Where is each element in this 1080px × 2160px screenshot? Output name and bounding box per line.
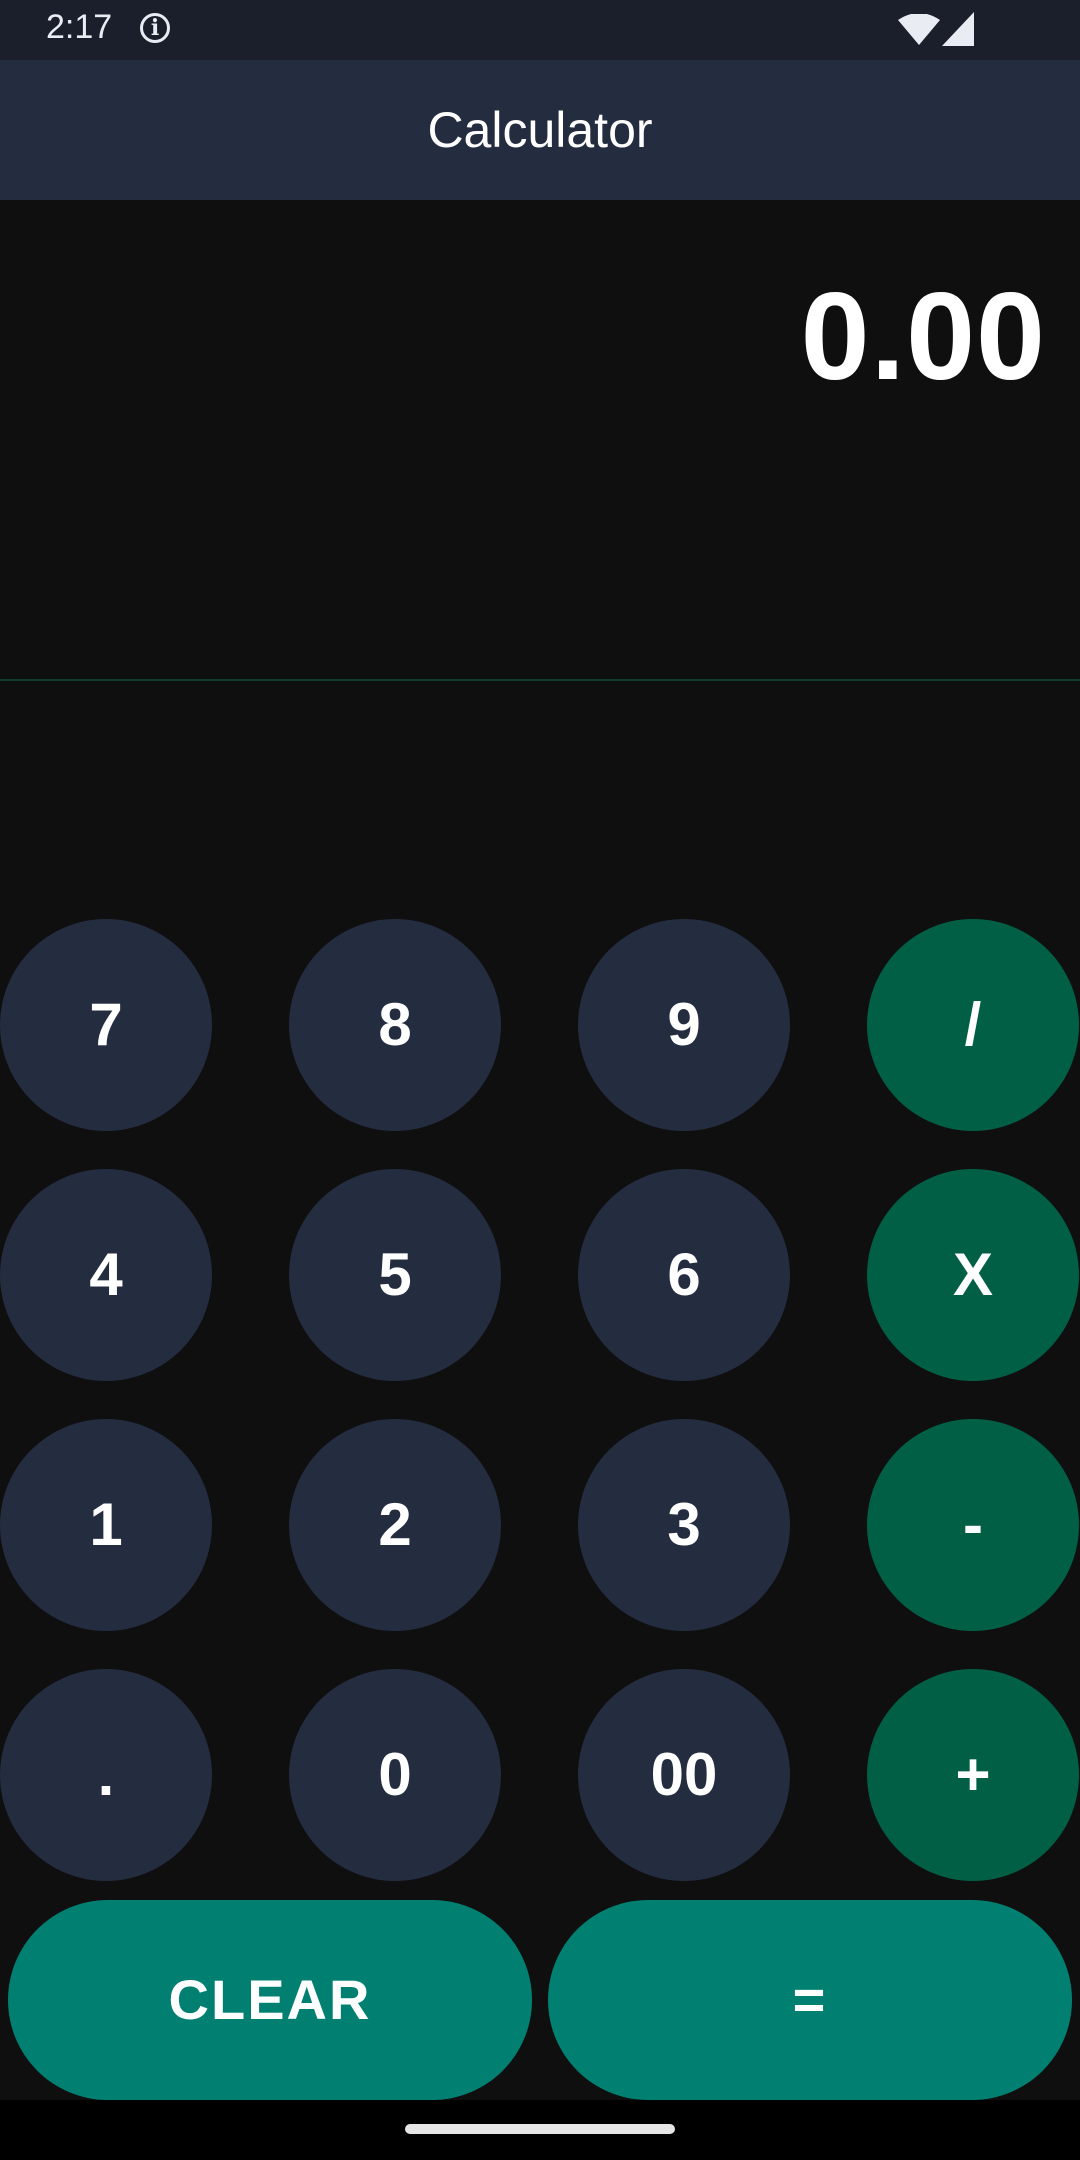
app-bar: Calculator [0, 60, 1080, 200]
calculator-screen: 2:17 i Calculator 0.00 7 8 9 / 4 5 6 X 1… [0, 0, 1080, 2160]
key-0[interactable]: 0 [289, 1669, 501, 1881]
key-add[interactable]: + [867, 1669, 1079, 1881]
status-bar: 2:17 i [0, 0, 1080, 60]
key-4[interactable]: 4 [0, 1169, 212, 1381]
info-icon: i [140, 13, 170, 43]
status-time: 2:17 [46, 8, 113, 46]
result-display: 0.00 [800, 268, 1046, 406]
equals-button[interactable]: = [548, 1900, 1072, 2100]
cell-signal-icon [942, 12, 974, 46]
display-divider [0, 679, 1080, 681]
key-divide[interactable]: / [867, 919, 1079, 1131]
key-3[interactable]: 3 [578, 1419, 790, 1631]
key-subtract[interactable]: - [867, 1419, 1079, 1631]
key-7[interactable]: 7 [0, 919, 212, 1131]
key-multiply[interactable]: X [867, 1169, 1079, 1381]
home-gesture-handle[interactable] [405, 2124, 675, 2134]
key-1[interactable]: 1 [0, 1419, 212, 1631]
key-decimal[interactable]: . [0, 1669, 212, 1881]
key-8[interactable]: 8 [289, 919, 501, 1131]
app-title: Calculator [427, 102, 653, 158]
clear-button[interactable]: CLEAR [8, 1900, 532, 2100]
wifi-icon [898, 14, 940, 45]
key-00[interactable]: 00 [578, 1669, 790, 1881]
display-area: 0.00 [0, 200, 1080, 680]
key-6[interactable]: 6 [578, 1169, 790, 1381]
key-9[interactable]: 9 [578, 919, 790, 1131]
key-2[interactable]: 2 [289, 1419, 501, 1631]
navigation-bar [0, 2100, 1080, 2160]
key-5[interactable]: 5 [289, 1169, 501, 1381]
